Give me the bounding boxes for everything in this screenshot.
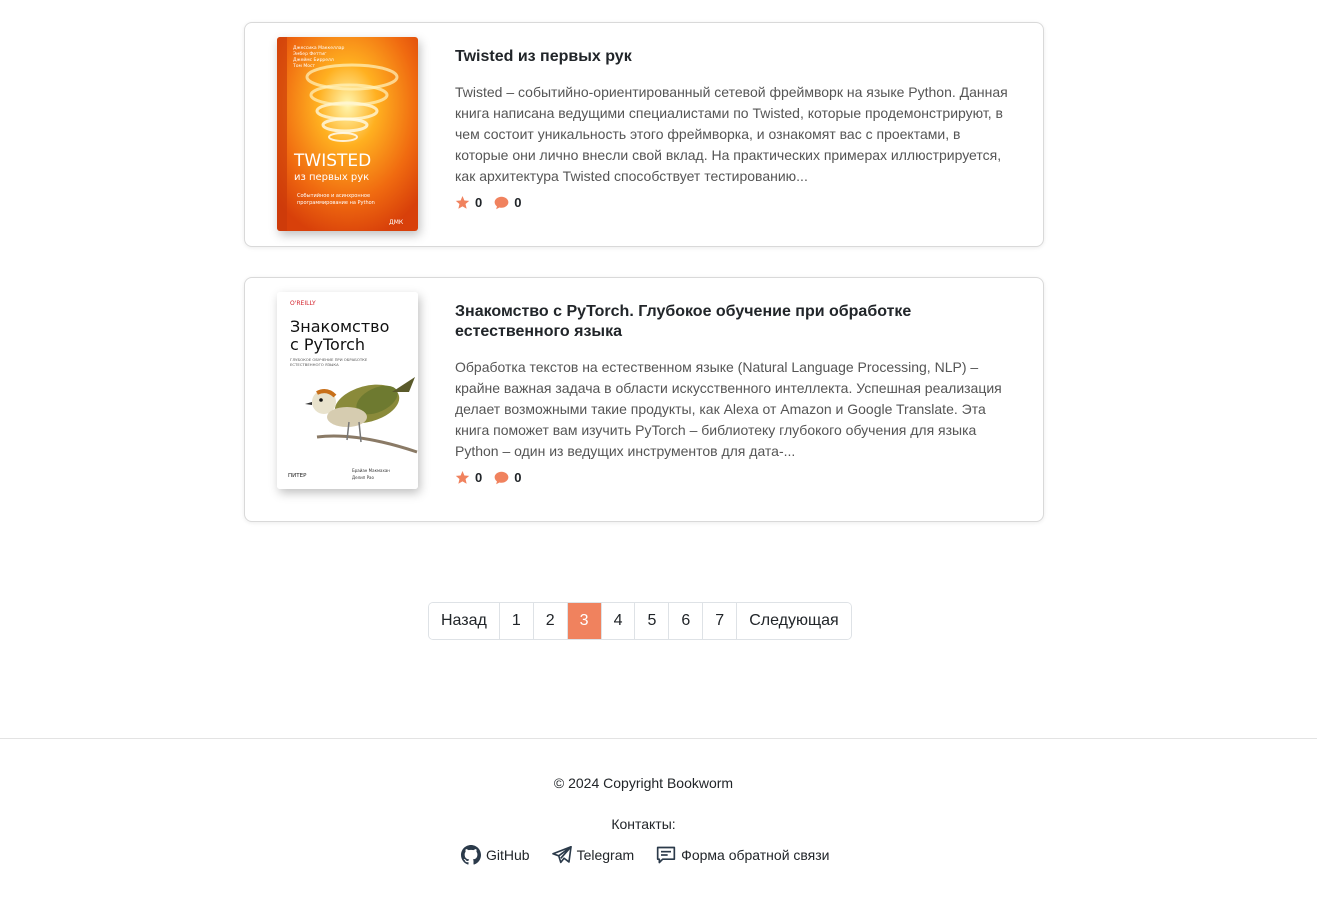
svg-text:TWISTED: TWISTED [293,151,371,171]
star-icon [455,470,470,484]
book-cover[interactable]: Джессика Маккеллар Эмбер Феттиг Джеймс Б… [277,37,418,231]
telegram-link[interactable]: Telegram [551,846,635,864]
svg-text:O'REILLY: O'REILLY [290,300,316,307]
comments-count: 0 [514,195,522,210]
book-cover[interactable]: O'REILLY Знакомство с PyTorch ГЛУБОКОЕ О… [277,292,418,489]
feedback-icon [657,846,676,864]
telegram-label: Telegram [576,847,635,863]
github-link[interactable]: GitHub [461,845,530,865]
book-description: Обработка текстов на естественном языке … [455,359,1002,459]
svg-text:Эмбер Феттиг: Эмбер Феттиг [293,51,327,57]
footer-copyright: © 2024 Copyright Bookworm [553,775,734,791]
feedback-form-link[interactable]: Форма обратной связи [656,845,830,865]
book-card[interactable]: Джессика Маккеллар Эмбер Феттиг Джеймс Б… [244,22,1044,247]
contacts-label: Контакты: [611,816,676,832]
pagination-next-button[interactable]: Следующая [736,603,851,639]
svg-text:Событийное и асинхронное: Событийное и асинхронное [297,192,370,199]
comments-stat: 0 [494,195,521,210]
page-button-7[interactable]: 7 [702,603,737,639]
rating-count: 0 [475,195,483,210]
rating-stat: 0 [455,470,482,485]
page-button-2[interactable]: 2 [532,603,567,639]
book-stats: 0 0 [455,195,533,210]
svg-text:Джеймс Биррелл: Джеймс Биррелл [293,56,334,63]
contact-links: GitHub Telegram Форма обратной связи [461,845,852,865]
svg-text:из первых рук: из первых рук [294,172,369,183]
svg-text:Делип Рао: Делип Рао [352,475,374,480]
pagination: Назад 1 2 3 4 5 6 7 Следующая [428,602,852,640]
book-card[interactable]: O'REILLY Знакомство с PyTorch ГЛУБОКОЕ О… [244,277,1044,522]
page-button-6[interactable]: 6 [668,603,703,639]
svg-text:ЕСТЕСТВЕННОГО ЯЗЫКА: ЕСТЕСТВЕННОГО ЯЗЫКА [290,362,339,367]
page-button-1[interactable]: 1 [498,603,533,639]
feedback-form-label: Форма обратной связи [681,847,830,863]
github-label: GitHub [486,847,530,863]
svg-text:ПИТЕР: ПИТЕР [288,473,307,479]
svg-text:программирование на Python: программирование на Python [297,200,375,206]
book-stats: 0 0 [455,470,533,485]
svg-text:Знакомство: Знакомство [290,317,389,336]
book-description: Twisted – событийно-ориентированный сете… [455,84,1008,184]
star-icon [455,195,470,209]
svg-text:Том Мост: Том Мост [292,63,315,69]
page-button-3-active[interactable]: 3 [566,603,601,639]
telegram-icon [551,846,572,864]
rating-stat: 0 [455,195,482,210]
svg-text:Джессика Маккеллар: Джессика Маккеллар [293,45,344,51]
book-title[interactable]: Twisted из первых рук [455,47,1015,67]
comment-icon [494,471,509,484]
comment-icon [494,196,509,209]
page-button-4[interactable]: 4 [600,603,635,639]
github-icon [461,845,481,865]
book-title[interactable]: Знакомство с PyTorch. Глубокое обучение … [455,302,1015,342]
pagination-prev-button[interactable]: Назад [429,603,499,639]
comments-count: 0 [514,470,522,485]
svg-text:ДМК: ДМК [389,219,404,226]
comments-stat: 0 [494,470,521,485]
page-button-5[interactable]: 5 [634,603,669,639]
footer-divider [0,738,1317,739]
rating-count: 0 [475,470,483,485]
svg-text:Брайан Макмахан: Брайан Макмахан [352,468,390,473]
svg-text:с PyTorch: с PyTorch [290,335,365,354]
